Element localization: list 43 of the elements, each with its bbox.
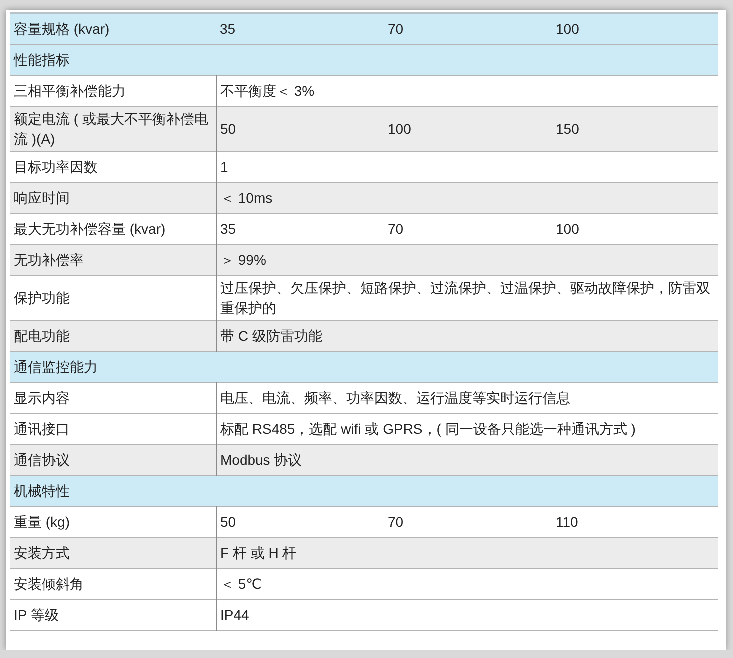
table-cell: 150 [552, 106, 718, 151]
table-cell: 70 [384, 506, 552, 537]
table-cell: ＜ 10ms [216, 182, 718, 213]
table-cell: 不平衡度＜ 3% [216, 75, 718, 106]
table-cell: ＞ 99% [216, 244, 718, 275]
table-cell: 50 [216, 506, 384, 537]
table-cell: F 杆 或 H 杆 [216, 537, 718, 568]
row-label: 目标功率因数 [10, 151, 216, 182]
table-cell: 1 [216, 151, 718, 182]
row-label: 保护功能 [10, 275, 216, 320]
table-cell: 电压、电流、频率、功率因数、运行温度等实时运行信息 [216, 382, 718, 413]
table-cell: 35 [216, 13, 384, 44]
table-cell: 100 [384, 106, 552, 151]
table-cell: 110 [552, 506, 718, 537]
table-cell: 100 [552, 13, 718, 44]
table-cell: 过压保护、欠压保护、短路保护、过流保护、过温保护、驱动故障保护，防雷双重保护的 [216, 275, 718, 320]
row-label: 响应时间 [10, 182, 216, 213]
row-label: 重量 (kg) [10, 506, 216, 537]
row-label: 通信协议 [10, 444, 216, 475]
row-label: 显示内容 [10, 382, 216, 413]
table-cell: 100 [552, 213, 718, 244]
row-label: 无功补偿率 [10, 244, 216, 275]
table-cell: 标配 RS485，选配 wifi 或 GPRS，( 同一设备只能选一种通讯方式 ) [216, 413, 718, 444]
table-cell: 35 [216, 213, 384, 244]
table-cell: 70 [384, 13, 552, 44]
row-label: 安装方式 [10, 537, 216, 568]
row-label: 通讯接口 [10, 413, 216, 444]
row-label: 最大无功补偿容量 (kvar) [10, 213, 216, 244]
row-label: IP 等级 [10, 599, 216, 630]
row-label: 配电功能 [10, 320, 216, 351]
section-heading: 机械特性 [10, 475, 718, 506]
section-heading: 通信监控能力 [10, 351, 718, 382]
row-label: 安装倾斜角 [10, 568, 216, 599]
row-label: 三相平衡补偿能力 [10, 75, 216, 106]
table-cell: 50 [216, 106, 384, 151]
row-label: 额定电流 ( 或最大不平衡补偿电流 )(A) [10, 106, 216, 151]
table-cell: 70 [384, 213, 552, 244]
table-cell: ＜ 5℃ [216, 568, 718, 599]
section-heading: 性能指标 [10, 44, 718, 75]
row-label: 容量规格 (kvar) [10, 13, 216, 44]
table-cell: 带 C 级防雷功能 [216, 320, 718, 351]
table-cell: IP44 [216, 599, 718, 630]
table-cell: Modbus 协议 [216, 444, 718, 475]
